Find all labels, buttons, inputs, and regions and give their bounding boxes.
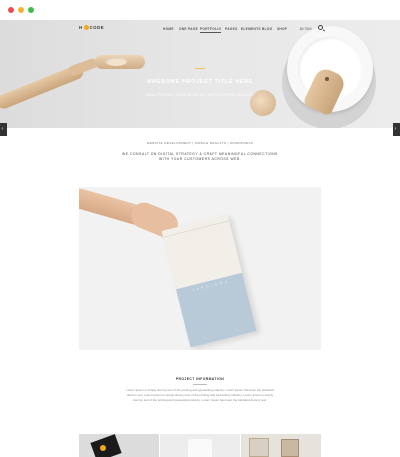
logo-text-left: H	[79, 25, 83, 30]
next-project-button[interactable]: ›	[393, 123, 400, 136]
nav-item-portfolio[interactable]: PORTFOLIO	[200, 27, 222, 33]
chevron-left-icon: ‹	[1, 126, 4, 132]
site-logo[interactable]: H CODE	[79, 25, 105, 31]
package-image: J A R D I N E S	[161, 214, 257, 348]
search-icon[interactable]	[318, 25, 323, 30]
hero-subtitle: SMALL PROJECT PAGE STYLE #1 | WITH LIGHT…	[145, 93, 255, 97]
cup-image	[188, 439, 212, 457]
frame-image-2	[281, 439, 299, 457]
nav-item-elements[interactable]: ELEMENTS	[241, 27, 261, 31]
main-navigation: H CODE HOME ONE PAGE PORTFOLIO PAGES ELEM…	[0, 20, 400, 38]
nav-item-shop[interactable]: SHOP	[277, 27, 287, 31]
gallery-thumb-3[interactable]	[241, 434, 321, 457]
browser-window: H CODE HOME ONE PAGE PORTFOLIO PAGES ELEM…	[0, 0, 400, 457]
frame-image-1	[249, 438, 269, 457]
hero-accent-line	[195, 68, 205, 69]
project-info-title: PROJECT INFORMATION	[175, 377, 225, 381]
gallery-thumb-2[interactable]	[160, 434, 240, 457]
minimize-window-button[interactable]	[18, 7, 24, 13]
previous-project-button[interactable]: ‹	[0, 123, 7, 136]
hero-section: H CODE HOME ONE PAGE PORTFOLIO PAGES ELEM…	[0, 20, 400, 128]
project-info-text: Lorem Ipsum is simply dummy text of the …	[126, 388, 274, 402]
project-info-divider	[193, 384, 207, 385]
logo-text-right: CODE	[89, 25, 105, 30]
logo-mark-icon	[83, 25, 89, 31]
nav-item-home[interactable]: HOME	[163, 27, 174, 31]
project-intro-text: WE CONSULT ON DIGITAL STRATEGY & CRAFT M…	[122, 152, 278, 161]
project-tags: WEBSITE DEVELOPMENT | MOBILE RESULTS | W…	[146, 141, 254, 145]
maximize-window-button[interactable]	[28, 7, 34, 13]
window-titlebar	[0, 0, 400, 20]
business-card-image	[90, 434, 122, 457]
gallery-thumb-1[interactable]	[79, 434, 159, 457]
chevron-right-icon: ›	[394, 126, 397, 132]
card-logo-icon	[100, 445, 106, 451]
ladle-bowl-image	[105, 57, 127, 66]
nav-item-one-page[interactable]: ONE PAGE	[179, 27, 198, 31]
close-window-button[interactable]	[8, 7, 14, 13]
cart-total[interactable]: $0.7500	[300, 27, 312, 31]
web-page: H CODE HOME ONE PAGE PORTFOLIO PAGES ELEM…	[0, 20, 400, 457]
product-image[interactable]: J A R D I N E S	[79, 187, 321, 350]
hero-title: AWESOME PROJECT TITLE HERE	[146, 79, 254, 85]
nav-item-pages[interactable]: PAGES	[225, 27, 237, 31]
nav-item-blog[interactable]: BLOG	[262, 27, 272, 31]
